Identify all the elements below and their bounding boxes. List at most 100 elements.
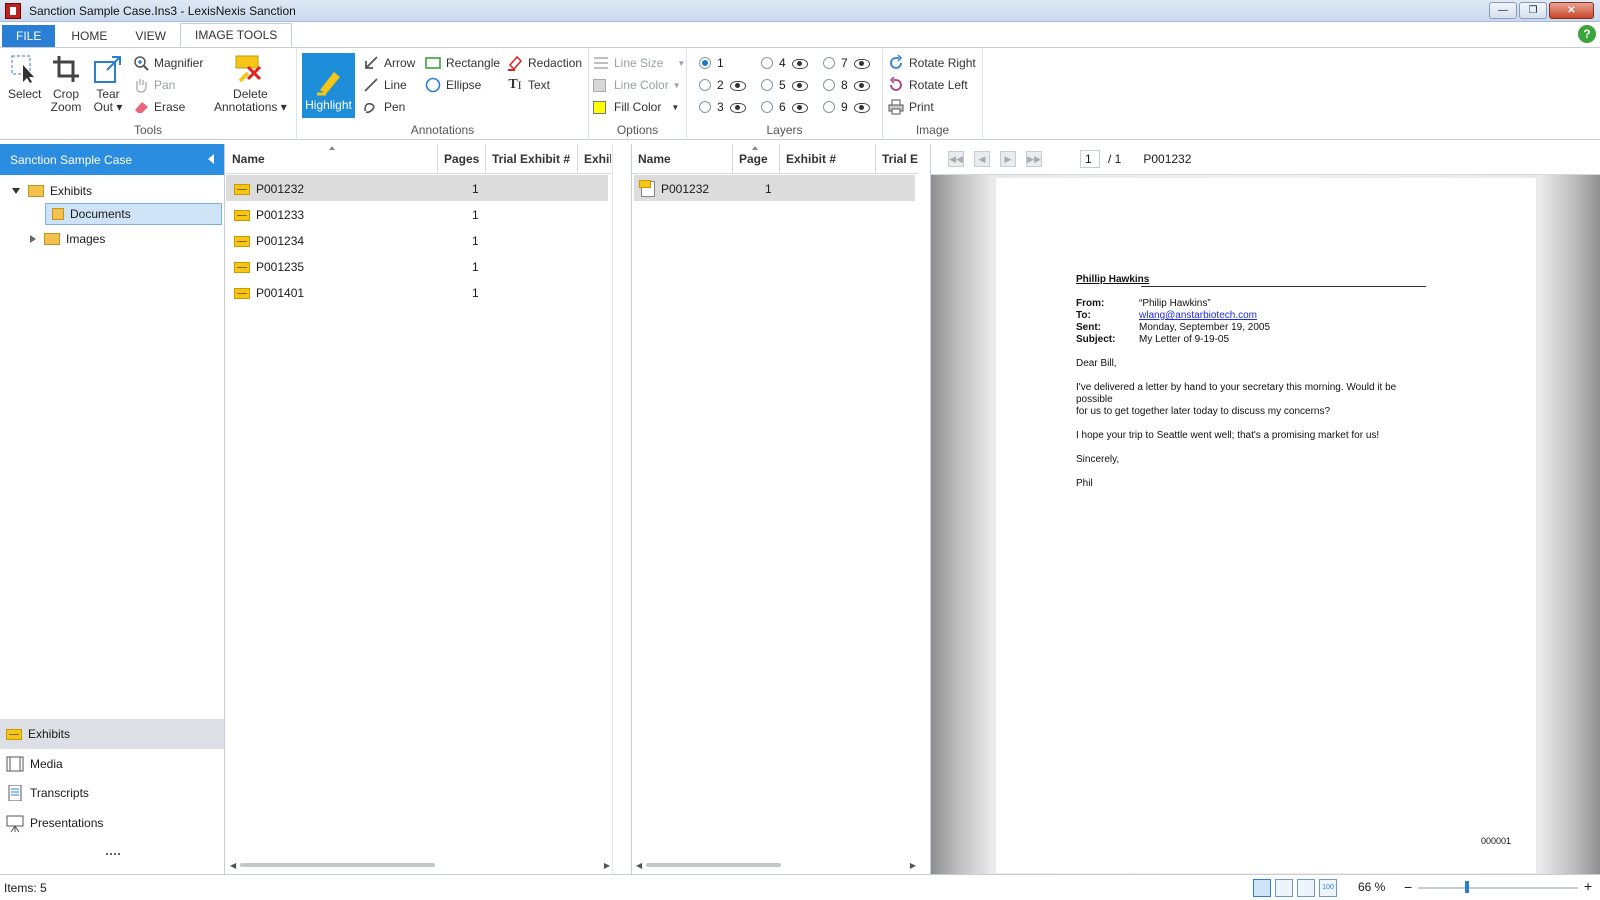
delete-annotations-button[interactable]: Delete Annotations ▾ (214, 53, 287, 114)
table-row[interactable]: P001233 (234, 203, 304, 227)
scrollbar-thumb[interactable] (646, 863, 782, 867)
tab-image-tools[interactable]: IMAGE TOOLS (180, 23, 293, 47)
eye-icon[interactable] (853, 80, 870, 91)
table-row[interactable]: P001234 (234, 229, 304, 253)
panel-splitter[interactable] (106, 853, 120, 855)
close-button[interactable]: ✕ (1549, 2, 1594, 19)
expand-triangle-icon[interactable] (12, 188, 20, 194)
eye-icon[interactable] (729, 80, 746, 91)
rotate-left-button[interactable]: Rotate Left (888, 76, 968, 94)
fill-color-dropdown[interactable]: Fill Color ▼ (593, 98, 679, 116)
table-row[interactable]: P001232 (234, 177, 304, 201)
column-header-trial-exhibit[interactable]: Trial E (876, 144, 919, 174)
column-header-exhibit-number[interactable]: Exhibit # (780, 144, 876, 174)
arrow-button[interactable]: Arrow (363, 54, 415, 72)
zoom-out-button[interactable]: − (1404, 879, 1412, 895)
eye-icon[interactable] (791, 58, 808, 69)
layer-3-radio[interactable]: 3 (699, 98, 746, 116)
pages-cell: 1 (472, 286, 479, 300)
rectangle-button[interactable]: Rectangle (425, 54, 500, 72)
layer-5-radio[interactable]: 5 (761, 76, 808, 94)
tree-item-documents[interactable]: Documents (45, 203, 222, 225)
text-button[interactable]: TI Text (507, 76, 550, 94)
first-page-icon[interactable]: ◀◀ (948, 151, 964, 167)
table-row[interactable]: P001401 (234, 281, 304, 305)
fit-all-icon[interactable] (1253, 879, 1271, 897)
column-header-trial-exhibit[interactable]: Trial Exhibit # (486, 144, 578, 174)
magnifier-button[interactable]: Magnifier (133, 54, 203, 72)
pan-button[interactable]: Pan (133, 76, 175, 94)
nav-exhibits[interactable]: Exhibits (0, 719, 224, 749)
highlight-button[interactable]: Highlight (302, 53, 355, 118)
layer-1-radio[interactable]: 1 (699, 54, 724, 72)
scroll-left-icon[interactable]: ◀ (230, 861, 236, 870)
collapse-panel-icon[interactable] (208, 154, 214, 164)
column-header-pages[interactable]: Pages (438, 144, 486, 174)
fit-height-icon[interactable] (1297, 879, 1315, 897)
pen-button[interactable]: Pen (363, 98, 405, 116)
layer-4-radio[interactable]: 4 (761, 54, 808, 72)
case-header[interactable]: Sanction Sample Case (0, 144, 224, 175)
eye-icon[interactable] (853, 58, 870, 69)
redaction-button[interactable]: Redaction (507, 54, 582, 72)
eye-icon[interactable] (791, 102, 808, 113)
eye-icon[interactable] (853, 102, 870, 113)
ellipse-icon (425, 77, 441, 93)
print-button[interactable]: Print (888, 98, 934, 116)
tear-out-button[interactable]: Tear Out ▾ (92, 53, 124, 114)
table-row[interactable]: P001232 (639, 177, 709, 201)
nav-presentations[interactable]: Presentations (0, 808, 224, 838)
exhibit-icon (234, 287, 250, 299)
erase-button[interactable]: Erase (133, 98, 185, 116)
layer-6-radio[interactable]: 6 (761, 98, 808, 116)
actual-size-icon[interactable]: 100 (1319, 879, 1337, 897)
help-icon[interactable]: ? (1578, 25, 1596, 43)
tree-item-exhibits[interactable]: Exhibits (12, 180, 92, 202)
horizontal-scrollbar[interactable]: ◀ ▶ (636, 861, 916, 870)
tab-home[interactable]: HOME (57, 25, 121, 47)
exhibit-icon (234, 235, 250, 247)
previous-page-icon[interactable]: ◀ (974, 151, 990, 167)
zoom-slider[interactable] (1418, 887, 1578, 889)
last-page-icon[interactable]: ▶▶ (1026, 151, 1042, 167)
zoom-in-button[interactable]: + (1584, 878, 1592, 894)
restore-button[interactable]: ❐ (1519, 2, 1547, 19)
viewer-canvas[interactable]: Phillip Hawkins From: “Philip Hawkins” T… (931, 175, 1600, 874)
scrollbar-thumb[interactable] (240, 863, 436, 867)
nav-media[interactable]: Media (0, 749, 224, 779)
layer-8-radio[interactable]: 8 (823, 76, 870, 94)
layer-2-radio[interactable]: 2 (699, 76, 746, 94)
line-color-dropdown[interactable]: Line Color ▼ (593, 76, 681, 94)
tab-view[interactable]: VIEW (121, 25, 180, 47)
app-icon[interactable] (5, 2, 21, 19)
eye-icon[interactable] (791, 80, 808, 91)
fit-width-icon[interactable] (1275, 879, 1293, 897)
tree-item-images[interactable]: Images (30, 228, 105, 250)
next-page-icon[interactable]: ▶ (1000, 151, 1016, 167)
nav-transcripts[interactable]: Transcripts (0, 778, 224, 808)
ellipse-button[interactable]: Ellipse (425, 76, 481, 94)
line-size-dropdown[interactable]: Line Size ▼ (593, 54, 685, 72)
scroll-right-icon[interactable]: ▶ (910, 861, 916, 870)
collapsed-triangle-icon[interactable] (30, 235, 36, 243)
line-button[interactable]: Line (363, 76, 407, 94)
zoom-slider-thumb[interactable] (1465, 881, 1469, 893)
column-header-name[interactable]: Name (632, 144, 733, 174)
case-navigation-panel: Sanction Sample Case Exhibits Documents … (0, 144, 225, 874)
select-button[interactable]: Select (8, 53, 41, 101)
scroll-left-icon[interactable]: ◀ (636, 861, 642, 870)
layer-9-radio[interactable]: 9 (823, 98, 870, 116)
crop-zoom-button[interactable]: Crop Zoom (50, 53, 82, 114)
fill-color-swatch (593, 100, 606, 114)
tab-file[interactable]: FILE (2, 25, 56, 47)
table-row[interactable]: P001235 (234, 255, 304, 279)
layer-7-radio[interactable]: 7 (823, 54, 870, 72)
page-number-input[interactable]: 1 (1080, 150, 1100, 168)
eye-icon[interactable] (729, 102, 746, 113)
scroll-right-icon[interactable]: ▶ (604, 861, 610, 870)
minimize-button[interactable]: — (1489, 2, 1517, 19)
rotate-right-button[interactable]: Rotate Right (888, 54, 976, 72)
column-header-exhibit[interactable]: Exhib (578, 144, 611, 174)
horizontal-scrollbar[interactable]: ◀ ▶ (230, 861, 610, 870)
to-email-link[interactable]: wlang@anstarbiotech.com (1139, 310, 1257, 321)
